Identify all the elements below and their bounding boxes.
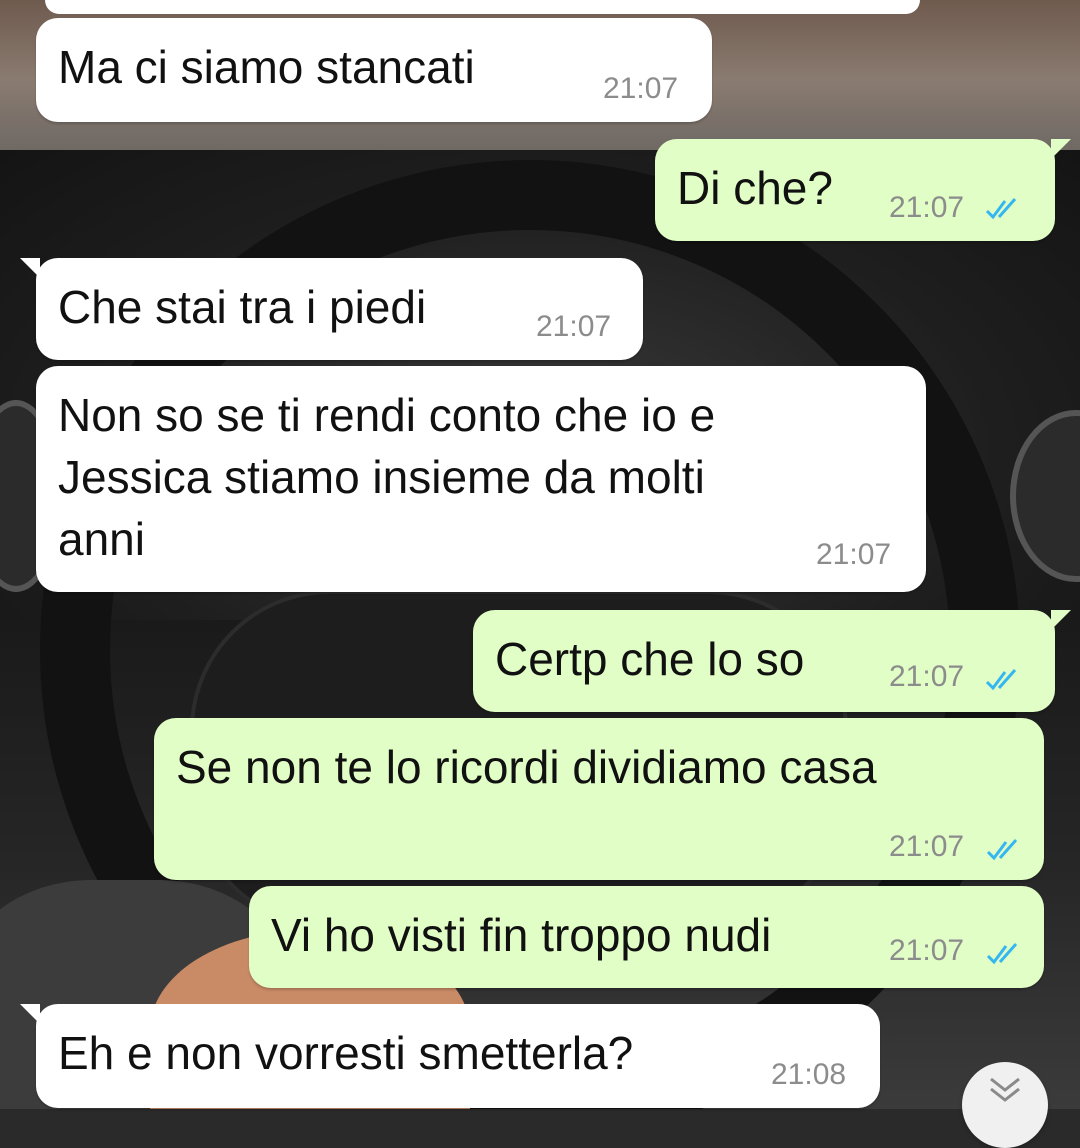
message-text: Che stai tra i piedi bbox=[58, 281, 427, 333]
message-text: Eh e non vorresti smetterla? bbox=[58, 1027, 634, 1079]
double-check-icon bbox=[985, 669, 1017, 691]
message-incoming[interactable]: Che stai tra i piedi 21:07 bbox=[20, 258, 643, 360]
message-time: 21:07 bbox=[889, 191, 965, 224]
double-check-icon bbox=[986, 943, 1018, 965]
scroll-to-bottom-button[interactable] bbox=[962, 1062, 1048, 1148]
message-time: 21:07 bbox=[816, 538, 892, 571]
message-time: 21:07 bbox=[889, 830, 965, 863]
message-text: Ma ci siamo stancati bbox=[58, 41, 475, 93]
message-incoming[interactable]: Eh e non vorresti smetterla? 21:08 bbox=[20, 1004, 880, 1108]
message-text: Certp che lo so bbox=[495, 633, 805, 685]
double-check-icon bbox=[986, 839, 1018, 861]
message-time: 21:08 bbox=[771, 1058, 847, 1091]
message-time: 21:07 bbox=[536, 310, 612, 343]
message-incoming[interactable]: Non so se ti rendi conto che io e Jessic… bbox=[36, 366, 926, 592]
message-outgoing[interactable]: Vi ho visti fin troppo nudi 21:07 bbox=[249, 886, 1044, 988]
message-time: 21:07 bbox=[889, 934, 965, 967]
message-time: 21:07 bbox=[603, 72, 679, 105]
message-text: Non so se ti rendi conto che io e Jessic… bbox=[58, 389, 716, 565]
message-text: Se non te lo ricordi dividiamo casa bbox=[176, 741, 877, 793]
message-text: Di che? bbox=[677, 162, 833, 214]
chevron-double-down-icon bbox=[990, 1077, 1020, 1102]
message-time: 21:07 bbox=[889, 660, 965, 693]
previous-message-edge bbox=[45, 0, 920, 14]
message-incoming[interactable]: Ma ci siamo stancati 21:07 bbox=[36, 18, 712, 122]
message-text: Vi ho visti fin troppo nudi bbox=[271, 909, 772, 961]
message-outgoing[interactable]: Certp che lo so 21:07 bbox=[473, 610, 1071, 712]
message-outgoing[interactable]: Se non te lo ricordi dividiamo casa 21:0… bbox=[154, 718, 1044, 880]
double-check-icon bbox=[985, 198, 1017, 220]
message-outgoing[interactable]: Di che? 21:07 bbox=[655, 139, 1071, 241]
